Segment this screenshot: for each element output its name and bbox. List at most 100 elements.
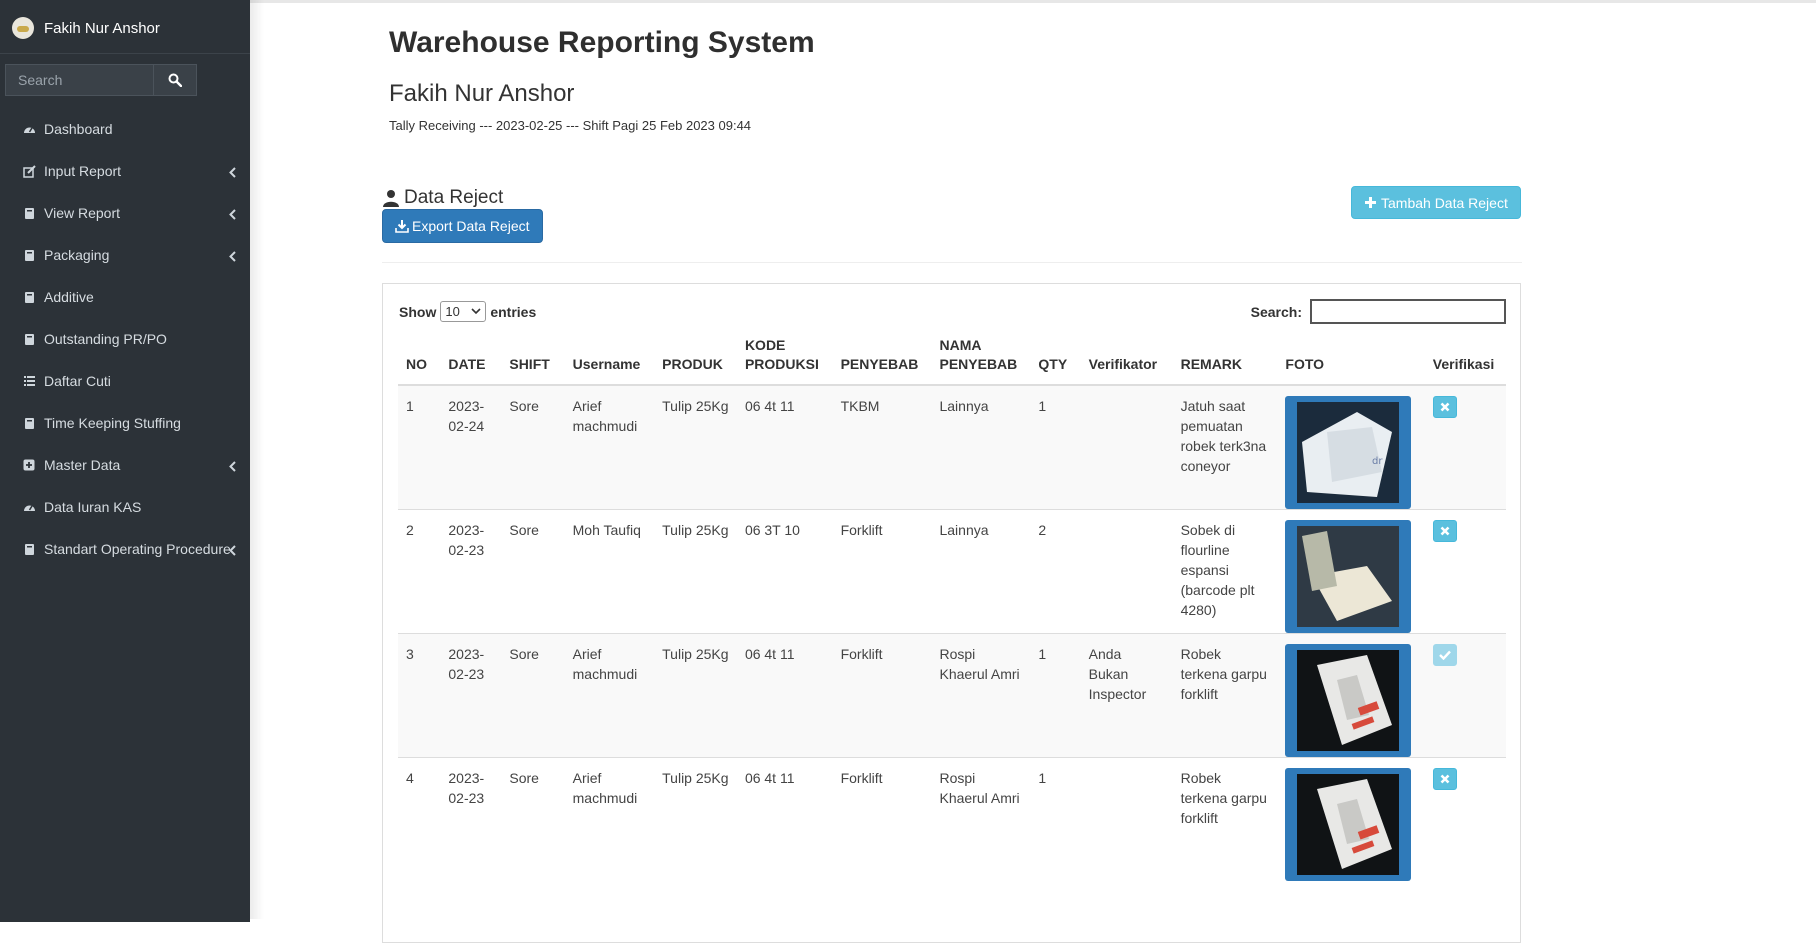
reject-verify-button[interactable] [1432,396,1457,418]
sidebar-item-time-keeping-stuffing[interactable]: Time Keeping Stuffing [0,402,250,444]
cell-foto [1277,633,1425,758]
cell-qty: 1 [1030,384,1081,510]
sidebar-item-standart-operating-procedure[interactable]: Standart Operating Procedure [0,528,250,570]
svg-text:dr: dr [1372,456,1383,467]
reject-table: NO DATE SHIFT Username PRODUK KODE PRODUKSI PE… [398,336,1506,881]
cell-nama-penyebab: Lainnya [931,509,1031,634]
column-header-username[interactable]: Username [564,336,655,386]
close-icon [1440,774,1450,784]
column-header-qty[interactable]: QTY [1030,336,1081,386]
cell-verifikasi [1424,633,1506,758]
cell-no: 4 [398,757,441,881]
table-row: 1 2023-02-24 Sore Arief machmudi Tulip 25Kg 0… [398,384,1506,510]
cell-shift: Sore [501,633,565,758]
cell-username: Moh Taufiq [564,509,655,634]
column-header-remark[interactable]: REMARK [1172,336,1278,386]
table-row: 4 2023-02-23 Sore Arief machmudi Tulip 25Kg 0… [398,757,1506,881]
column-header-date[interactable]: DATE [440,336,502,386]
sidebar-item-label: Dashboard [44,121,113,137]
reject-verify-button[interactable] [1432,520,1457,542]
cell-kode: 06 4t 11 [736,384,833,510]
cell-date: 2023-02-24 [440,384,502,510]
sidebar-item-daftar-cuti[interactable]: Daftar Cuti [0,360,250,402]
photo-thumbnail[interactable] [1285,768,1412,881]
sidebar-item-label: Packaging [44,247,110,263]
cell-verifikasi [1424,509,1506,634]
sidebar-item-input-report[interactable]: Input Report [0,150,250,192]
show-label: Show [399,303,437,320]
reject-photo-image [1297,526,1400,627]
edit-icon [22,164,36,178]
sidebar-item-packaging[interactable]: Packaging [0,234,250,276]
cell-shift: Sore [501,757,565,881]
book-icon [22,206,36,220]
chevron-left-icon [229,249,236,265]
sidebar: Fakih Nur Anshor Search Dashboard Input R… [0,0,250,922]
sidebar-item-label: Standart Operating Procedure [44,541,231,557]
entries-select[interactable]: 10 [440,301,487,322]
photo-thumbnail[interactable] [1285,520,1412,633]
column-header-penyebab[interactable]: PENYEBAB [832,336,932,386]
cell-remark: Robek terkena garpu forklift [1172,633,1278,758]
table-search: Search: [1251,299,1506,324]
entries-label: entries [490,303,537,320]
cell-verifikasi [1424,757,1506,881]
reject-verify-button[interactable] [1432,768,1457,790]
sidebar-item-dashboard[interactable]: Dashboard [0,108,250,150]
column-header-produk[interactable]: PRODUK [654,336,737,386]
sidebar-search-input[interactable]: Search [5,64,153,96]
cell-date: 2023-02-23 [440,633,502,758]
table-body: 1 2023-02-24 Sore Arief machmudi Tulip 25Kg 0… [398,384,1506,881]
sidebar-item-data-iuran-kas[interactable]: Data Iuran KAS [0,486,250,528]
cell-qty: 2 [1030,509,1081,634]
entries-length-control: Show 10 entries [399,301,536,322]
cell-remark: Robek terkena garpu forklift [1172,757,1278,881]
sidebar-item-label: Time Keeping Stuffing [44,415,181,431]
chevron-left-icon [229,207,236,223]
sidebar-item-additive[interactable]: Additive [0,276,250,318]
chevron-down-icon [471,308,481,315]
cell-nama-penyebab: Lainnya [931,384,1031,510]
chevron-left-icon [229,165,236,181]
cell-penyebab: Forklift [832,509,932,634]
cell-shift: Sore [501,384,565,510]
sidebar-search-button[interactable] [153,64,197,96]
export-data-reject-button[interactable]: Export Data Reject [382,209,543,243]
column-header-kode-produksi[interactable]: KODE PRODUKSI [736,336,833,386]
sidebar-item-label: Input Report [44,163,122,179]
cell-shift: Sore [501,509,565,634]
sidebar-item-view-report[interactable]: View Report [0,192,250,234]
cell-nama-penyebab: Rospi Khaerul Amri [931,757,1031,881]
cell-qty: 1 [1030,633,1081,758]
cell-no: 3 [398,633,441,758]
sidebar-item-outstanding-pr-po[interactable]: Outstanding PR/PO [0,318,250,360]
add-button-label: Tambah Data Reject [1381,194,1508,211]
photo-thumbnail[interactable] [1285,644,1412,757]
column-header-shift[interactable]: SHIFT [501,336,565,386]
sidebar-search: Search [5,64,245,96]
column-header-nama-penyebab[interactable]: NAMA PENYEBAB [931,336,1031,386]
column-header-verifikator[interactable]: Verifikator [1080,336,1173,386]
add-data-reject-button[interactable]: Tambah Data Reject [1351,186,1521,219]
photo-thumbnail[interactable]: dr [1285,396,1412,509]
sidebar-user-panel[interactable]: Fakih Nur Anshor [0,3,250,54]
book-icon [22,248,36,262]
search-icon [168,73,182,87]
cell-kode: 06 4t 11 [736,757,833,881]
table-search-input[interactable] [1310,299,1506,324]
reject-photo-image [1297,650,1400,751]
book-icon [22,332,36,346]
section-title-text: Data Reject [404,187,504,208]
sidebar-item-label: View Report [44,205,121,221]
cell-username: Arief machmudi [564,757,655,881]
column-header-verifikasi[interactable]: Verifikasi [1424,336,1506,386]
cell-foto [1277,757,1425,881]
verified-button[interactable] [1432,644,1457,666]
sidebar-item-label: Additive [44,289,94,305]
cell-date: 2023-02-23 [440,509,502,634]
column-header-foto[interactable]: FOTO [1277,336,1425,386]
column-header-no[interactable]: NO [398,336,441,386]
plus-square-icon [22,458,36,472]
sidebar-item-master-data[interactable]: Master Data [0,444,250,486]
sidebar-item-label: Data Iuran KAS [44,499,142,515]
